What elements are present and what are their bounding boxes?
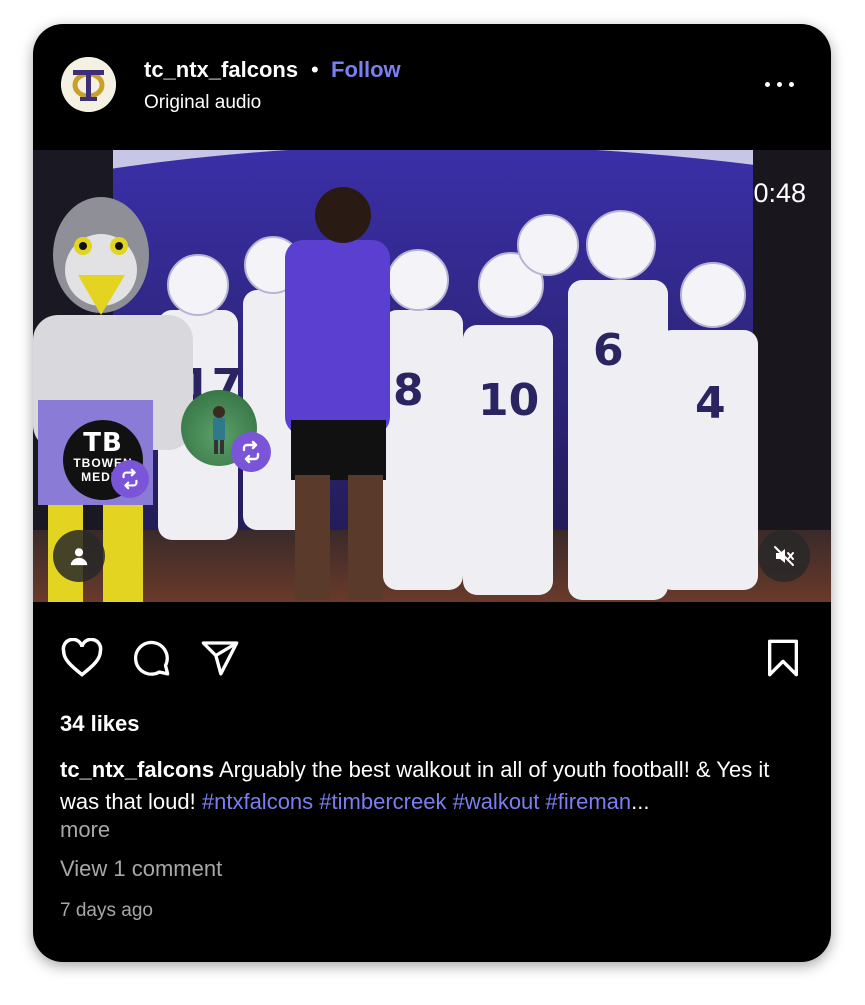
caption-ellipsis: ... [631, 789, 650, 814]
like-count[interactable]: 34 likes [60, 711, 140, 737]
comment-bubble-icon [133, 640, 170, 676]
more-horizontal-icon [765, 82, 770, 87]
comment-button[interactable] [130, 638, 172, 683]
video-frame: 17 8 10 6 4 [33, 150, 831, 602]
post-timestamp: 7 days ago [60, 900, 153, 921]
mute-button[interactable] [758, 530, 810, 582]
hashtag[interactable]: #fireman [546, 789, 632, 814]
watermark-mark: TB [83, 428, 123, 458]
heart-icon [61, 637, 103, 677]
post-username[interactable]: tc_ntx_falcons [144, 57, 298, 83]
like-button[interactable] [61, 637, 103, 683]
caption-username[interactable]: tc_ntx_falcons [60, 757, 214, 782]
svg-text:6: 6 [593, 325, 624, 376]
repost-badge[interactable] [111, 460, 149, 498]
audio-label[interactable]: Original audio [144, 92, 261, 114]
post-video[interactable]: 17 8 10 6 4 0:48 TB TBOWEN MEDIA [33, 150, 831, 602]
save-button[interactable] [765, 638, 801, 683]
view-comments-link[interactable]: View 1 comment [60, 856, 222, 882]
share-button[interactable] [199, 638, 241, 683]
more-options-button[interactable] [763, 74, 797, 94]
separator-dot: • [311, 57, 319, 82]
repost-icon [122, 468, 138, 490]
svg-text:10: 10 [478, 375, 539, 426]
svg-text:4: 4 [695, 378, 726, 429]
tc-monogram-logo [61, 57, 116, 112]
post-header: tc_ntx_falcons • Follow Original audio [33, 24, 831, 150]
post-card: tc_ntx_falcons • Follow Original audio 1… [33, 24, 831, 962]
more-dot [789, 82, 794, 87]
action-bar [33, 602, 831, 702]
caption-more-link[interactable]: more [60, 817, 110, 843]
bookmark-icon [768, 639, 798, 677]
repost-badge-2[interactable] [231, 432, 271, 472]
tagged-users-button[interactable] [53, 530, 105, 582]
hashtag[interactable]: #walkout [453, 789, 540, 814]
svg-text:8: 8 [393, 365, 424, 416]
hashtag[interactable]: #timbercreek [319, 789, 446, 814]
speaker-muted-icon [774, 546, 794, 566]
follow-button[interactable]: Follow [331, 57, 401, 83]
more-dot [777, 82, 782, 87]
video-duration: 0:48 [753, 178, 806, 208]
repost-icon [242, 440, 260, 464]
user-tag-icon [70, 548, 88, 566]
hashtag[interactable]: #ntxfalcons [202, 789, 313, 814]
avatar[interactable] [61, 57, 116, 112]
post-caption: tc_ntx_falcons Arguably the best walkout… [60, 754, 800, 818]
paper-plane-icon [201, 641, 239, 676]
